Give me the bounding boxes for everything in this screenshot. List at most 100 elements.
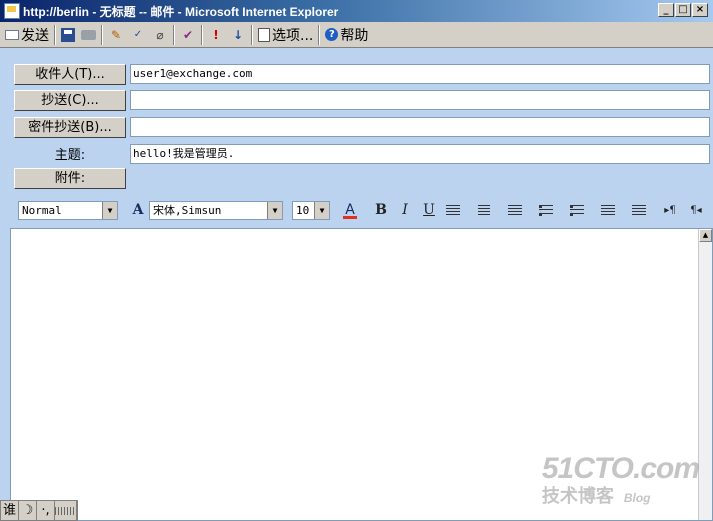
watermark-blog: Blog — [623, 491, 651, 505]
title-bar: http://berlin - 无标题 -- 邮件 - Microsoft In… — [0, 0, 713, 22]
vertical-scrollbar[interactable]: ▲ — [698, 229, 712, 520]
subject-label: 主题: — [54, 147, 86, 163]
decrease-indent-icon — [601, 204, 615, 216]
watermark: 51CTO.com 技术博客 Blog — [541, 452, 700, 508]
cc-button[interactable]: 抄送(C)... — [14, 89, 126, 111]
edit-icon: ✎ — [110, 27, 122, 42]
edit-button[interactable]: ✎ — [105, 24, 127, 46]
options-icon — [258, 27, 270, 42]
mail-toolbar: 发送 ✎ ✓ ⌀ ✔ ! ↓ 选项... ? 帮助 — [0, 22, 713, 48]
numbered-list-button[interactable] — [566, 199, 588, 221]
check-names-icon: ✔ — [182, 27, 194, 42]
cc-row: 抄送(C)... — [14, 89, 126, 111]
help-label: 帮助 — [340, 27, 369, 44]
underline-icon: U — [423, 202, 435, 218]
low-importance-button[interactable]: ↓ — [227, 24, 249, 46]
ltr-button[interactable]: ▸¶ — [659, 199, 681, 221]
send-button[interactable]: 发送 — [2, 24, 52, 46]
toolbar-separator — [54, 24, 56, 45]
bcc-field[interactable] — [130, 117, 710, 137]
save-button[interactable] — [58, 24, 78, 46]
attach-button[interactable]: ⌀ — [149, 24, 171, 46]
options-label: 选项... — [272, 27, 314, 44]
bold-button[interactable]: B — [370, 199, 392, 221]
watermark-brand: 51CTO.com — [541, 452, 700, 485]
window-title: http://berlin - 无标题 -- 邮件 - Microsoft In… — [23, 4, 339, 19]
increase-indent-icon — [632, 204, 646, 216]
font-face-icon: A — [132, 202, 144, 218]
bullet-list-icon — [539, 204, 553, 216]
keyboard-icon[interactable] — [55, 501, 78, 520]
chevron-down-icon: ▼ — [314, 201, 329, 219]
moon-icon[interactable]: ☽ — [19, 501, 38, 520]
spellcheck-button[interactable]: ✓ — [127, 24, 149, 46]
decrease-indent-button[interactable] — [597, 199, 619, 221]
italic-icon: I — [402, 202, 408, 218]
subject-field[interactable]: hello!我是管理员. — [130, 144, 710, 164]
scroll-up-icon[interactable]: ▲ — [699, 229, 712, 242]
toolbar-separator — [201, 24, 203, 45]
bcc-button[interactable]: 密件抄送(B)... — [14, 116, 126, 138]
options-button[interactable]: 选项... — [255, 24, 316, 46]
close-button[interactable]: × — [692, 3, 708, 17]
subject-row: 主题: — [14, 142, 126, 164]
ime-status-bar: 谁 ☽ ·, — [0, 500, 79, 521]
numbered-list-icon — [570, 204, 584, 216]
send-label: 发送 — [21, 27, 49, 44]
check-names-button[interactable]: ✔ — [177, 24, 199, 46]
bold-icon: B — [375, 202, 387, 218]
increase-indent-button[interactable] — [628, 199, 650, 221]
mail-window-icon — [4, 3, 20, 19]
spellcheck-icon: ✓ — [133, 28, 143, 40]
style-value: Normal — [22, 203, 62, 217]
align-right-button[interactable] — [504, 199, 526, 221]
help-icon: ? — [325, 28, 339, 41]
underline-button[interactable]: U — [418, 199, 440, 221]
font-value: 宋体,Simsun — [153, 203, 222, 217]
rtl-button[interactable]: ¶◂ — [685, 199, 707, 221]
toolbar-separator — [251, 24, 253, 45]
print-button[interactable] — [78, 24, 99, 46]
font-select[interactable]: 宋体,Simsun ▼ — [149, 200, 283, 220]
maximize-button[interactable]: □ — [675, 3, 691, 17]
font-color-button[interactable]: A — [339, 199, 361, 221]
chevron-down-icon: ▼ — [267, 201, 282, 219]
align-center-icon — [478, 204, 490, 216]
font-color-icon: A — [345, 202, 355, 218]
ltr-icon: ▸¶ — [664, 204, 676, 216]
to-row: 收件人(T)... — [14, 63, 126, 85]
to-button[interactable]: 收件人(T)... — [14, 63, 126, 85]
to-field[interactable]: user1@exchange.com — [130, 64, 710, 84]
low-importance-icon: ↓ — [232, 27, 244, 42]
print-icon — [81, 29, 96, 40]
size-select[interactable]: 10 ▼ — [292, 200, 330, 220]
save-icon — [61, 27, 75, 42]
align-left-icon — [446, 204, 460, 216]
rtl-icon: ¶◂ — [690, 204, 702, 216]
align-left-button[interactable] — [442, 199, 464, 221]
toolbar-separator — [101, 24, 103, 45]
attach-icon: ⌀ — [156, 27, 164, 42]
high-importance-icon: ! — [213, 27, 219, 42]
size-value: 10 — [296, 203, 310, 217]
toolbar-separator — [173, 24, 175, 45]
help-button[interactable]: ? 帮助 — [322, 24, 371, 46]
send-icon — [5, 29, 19, 40]
align-right-icon — [508, 204, 522, 216]
chevron-down-icon: ▼ — [102, 201, 117, 219]
watermark-sub-text: 技术博客 — [541, 486, 614, 506]
high-importance-button[interactable]: ! — [205, 24, 227, 46]
bcc-row: 密件抄送(B)... — [14, 116, 126, 138]
bullet-list-button[interactable] — [535, 199, 557, 221]
attachments-button[interactable]: 附件: — [14, 168, 126, 189]
style-select[interactable]: Normal ▼ — [18, 200, 118, 220]
format-toolbar: Normal ▼ A 宋体,Simsun ▼ 10 ▼ A B I U ▸¶ ¶… — [10, 194, 713, 226]
toolbar-separator — [318, 24, 321, 45]
ime-mode-button[interactable]: 谁 — [1, 501, 20, 520]
align-center-button[interactable] — [473, 199, 495, 221]
cc-field[interactable] — [130, 90, 710, 110]
window-controls: _ □ × — [658, 3, 708, 17]
italic-button[interactable]: I — [394, 199, 416, 221]
minimize-button[interactable]: _ — [658, 3, 674, 17]
punctuation-button[interactable]: ·, — [37, 501, 56, 520]
